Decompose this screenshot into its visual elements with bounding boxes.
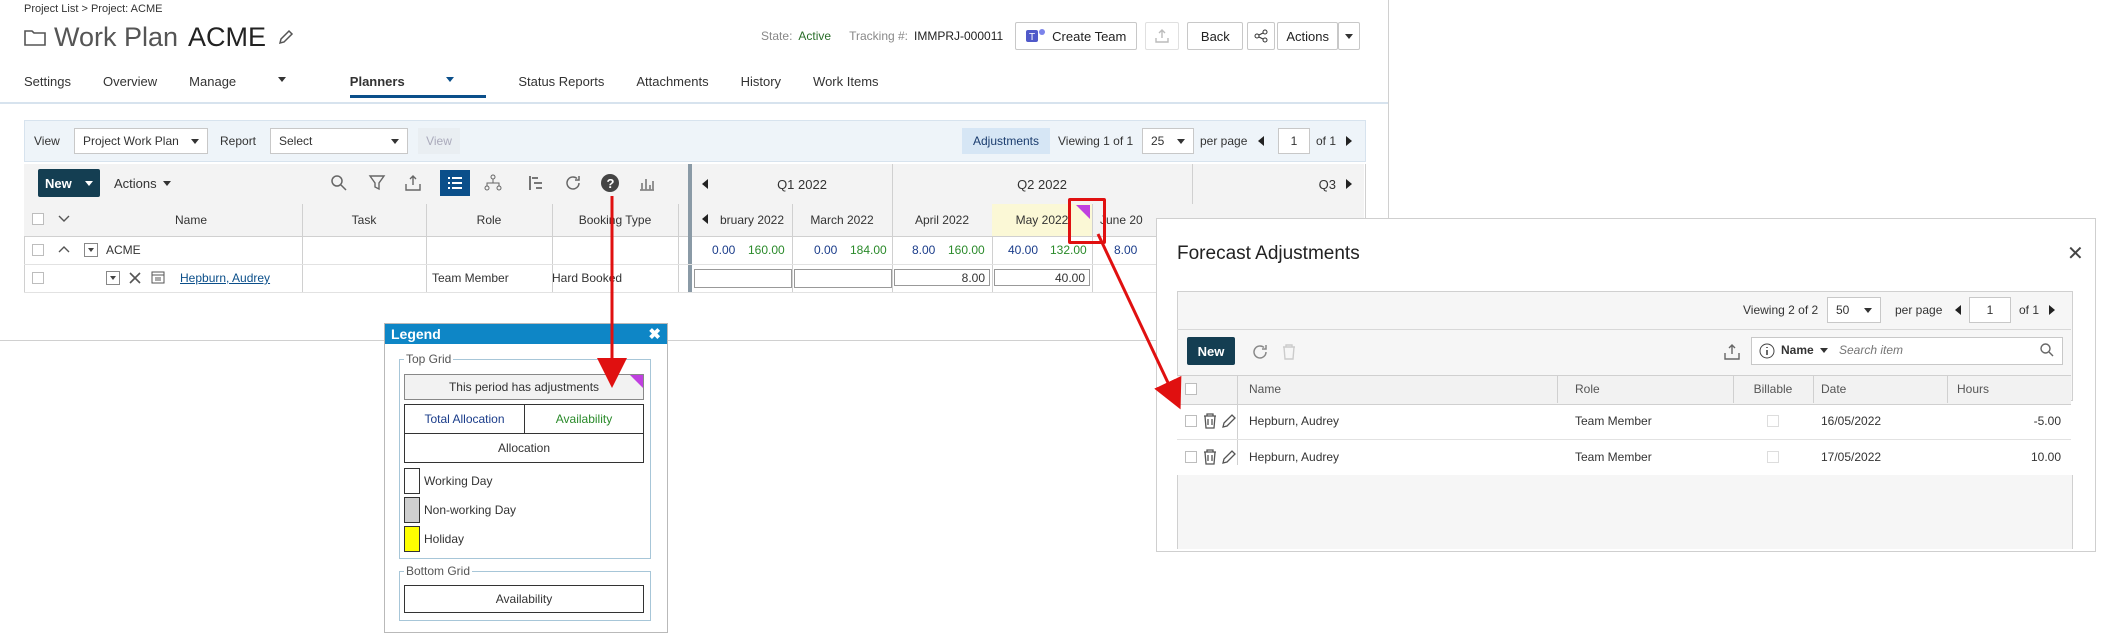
callout-arrows [597, 196, 1182, 410]
arrow-to-dialog [1096, 233, 1182, 410]
